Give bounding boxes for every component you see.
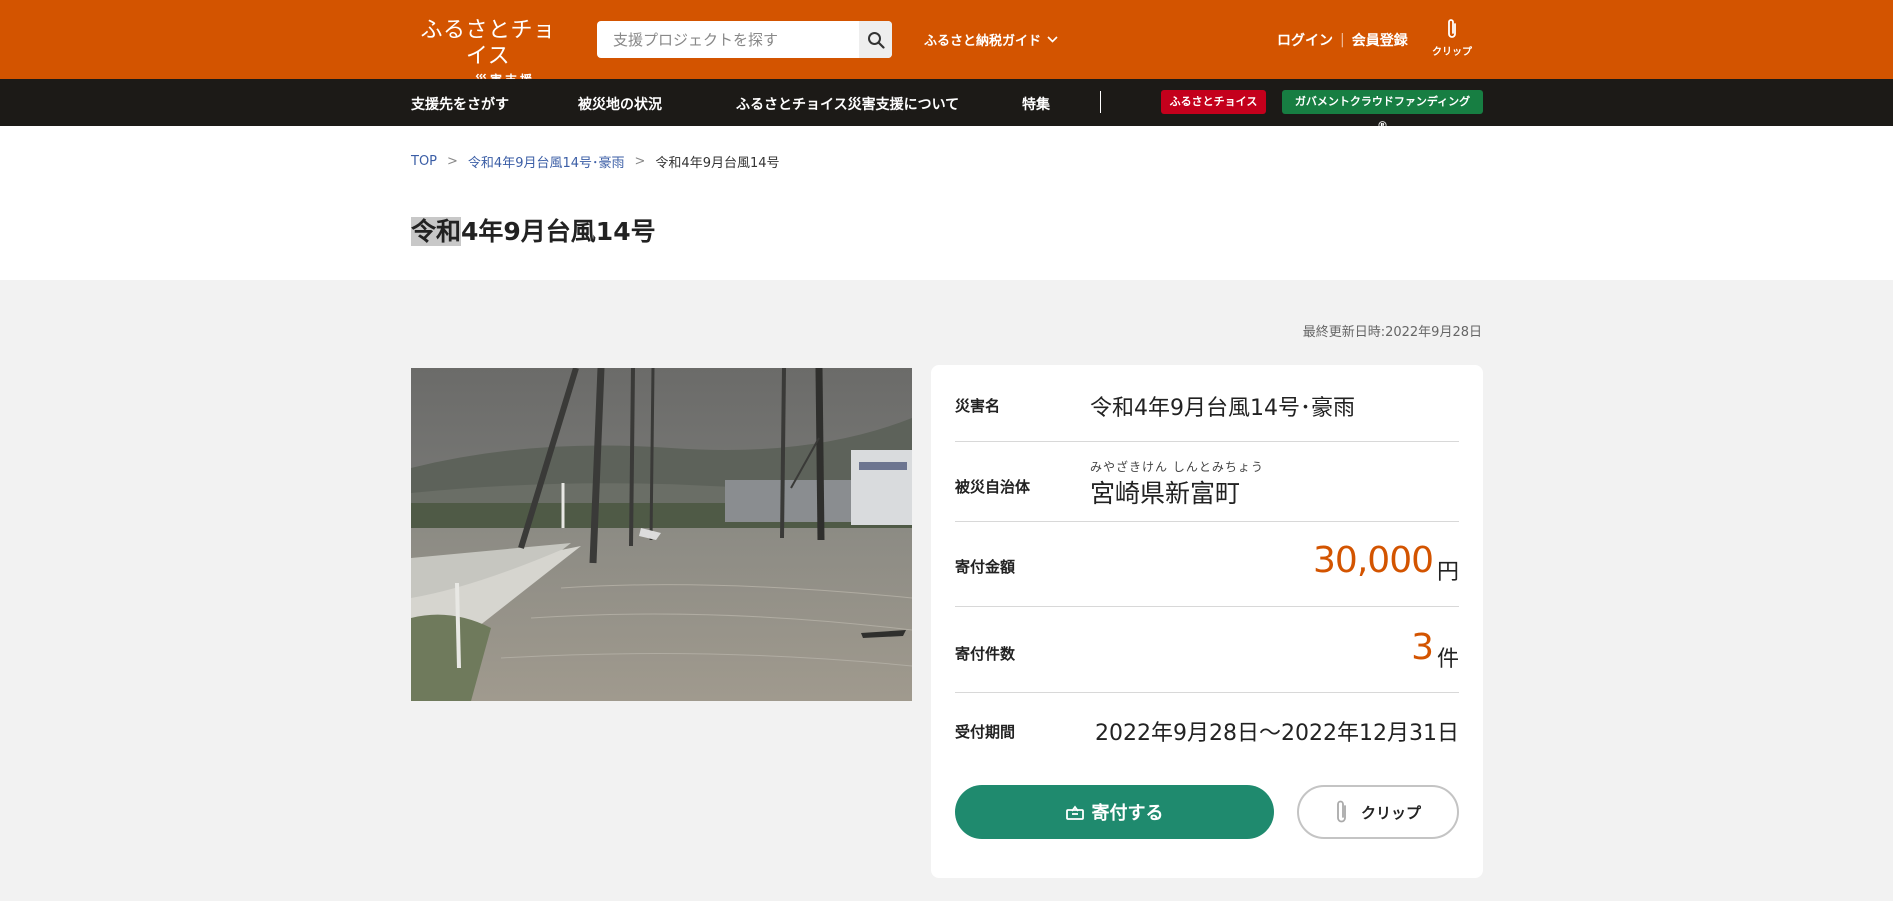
count-label: 寄付件数	[955, 645, 1016, 663]
gcf-badge[interactable]: ガバメントクラウドファンディング®	[1282, 90, 1483, 132]
disaster-name-row: 災害名 令和4年9月台風14号･豪雨	[955, 365, 1459, 442]
donate-button[interactable]: 寄付する	[955, 785, 1274, 839]
site-logo[interactable]: ふるさとチョイス 災害支援	[411, 18, 565, 88]
nav-item-features[interactable]: 特集	[1022, 94, 1050, 114]
header-clip-label: クリップ	[1432, 47, 1472, 58]
clip-label: クリップ	[1360, 803, 1421, 822]
register-link[interactable]: 会員登録	[1352, 30, 1408, 50]
nav-item-disaster-status[interactable]: 被災地の状況	[578, 94, 662, 114]
donation-box-icon	[1065, 805, 1084, 820]
amount-unit: 円	[1436, 560, 1459, 585]
page-title-rest: 4年9月台風14号	[461, 217, 656, 246]
account-links: ログイン | 会員登録	[1277, 30, 1408, 50]
count-value: 3	[1411, 627, 1434, 668]
search-input[interactable]	[597, 21, 859, 58]
top-header: ふるさとチョイス 災害支援 ふるさと納税ガイド ログイン | 会員登録 クリップ	[0, 0, 1893, 87]
disaster-name-label: 災害名	[955, 397, 1001, 415]
paperclip-icon	[1337, 800, 1346, 823]
login-link[interactable]: ログイン	[1277, 30, 1333, 50]
nav-item-about[interactable]: ふるさとチョイス災害支援について	[736, 94, 959, 114]
breadcrumb-current: 令和4年9月台風14号	[655, 156, 780, 171]
count-row: 寄付件数 3 件	[955, 607, 1459, 693]
breadcrumb-top[interactable]: TOP	[411, 154, 437, 169]
main-nav: 支援先をさがす 被災地の状況 ふるさとチョイス災害支援について 特集 ふるさとチ…	[0, 79, 1893, 132]
flooded-road-image	[411, 368, 912, 701]
nav-item-search-support[interactable]: 支援先をさがす	[411, 94, 509, 114]
nav-divider	[1100, 91, 1101, 113]
logo-main-text: ふるさとチョイス	[420, 18, 556, 69]
clip-button[interactable]: クリップ	[1297, 785, 1459, 839]
breadcrumb: TOP > 令和4年9月台風14号･豪雨 > 令和4年9月台風14号	[411, 152, 780, 171]
breadcrumb-separator: >	[634, 154, 646, 169]
page-title: 令和4年9月台風14号	[411, 212, 656, 248]
donate-label: 寄付する	[1091, 803, 1164, 824]
municipality-row: みやざきけん しんとみちょう 被災自治体 宮崎県新富町	[955, 442, 1459, 522]
tax-guide-dropdown[interactable]: ふるさと納税ガイド	[924, 30, 1058, 49]
chevron-down-icon	[1047, 36, 1058, 43]
search-button[interactable]	[859, 21, 892, 58]
amount-value: 30,000	[1313, 540, 1434, 581]
tax-guide-label: ふるさと納税ガイド	[924, 34, 1042, 49]
disaster-name-value: 令和4年9月台風14号･豪雨	[1090, 396, 1355, 421]
header-clip-button[interactable]: クリップ	[1430, 18, 1474, 58]
paperclip-icon	[1448, 19, 1456, 38]
breadcrumb-separator: >	[447, 154, 458, 169]
furusato-choice-badge[interactable]: ふるさとチョイス	[1161, 90, 1266, 114]
amount-label: 寄付金額	[955, 558, 1016, 576]
page-title-highlight: 令和	[411, 217, 462, 246]
title-section: TOP > 令和4年9月台風14号･豪雨 > 令和4年9月台風14号 令和4年9…	[0, 126, 1893, 280]
account-separator: |	[1340, 32, 1345, 48]
search-icon	[867, 31, 885, 49]
search-box	[597, 21, 892, 58]
municipality-value[interactable]: 宮崎県新富町	[1090, 474, 1240, 510]
last-updated: 最終更新日時:2022年9月28日	[1302, 325, 1482, 340]
municipality-ruby: みやざきけん しんとみちょう	[1090, 460, 1264, 474]
period-row: 受付期間 2022年9月28日～2022年12月31日	[955, 693, 1459, 763]
disaster-photo	[411, 368, 912, 701]
amount-row: 寄付金額 30,000 円	[955, 522, 1459, 607]
disaster-info-card: 災害名 令和4年9月台風14号･豪雨 みやざきけん しんとみちょう 被災自治体 …	[931, 365, 1483, 878]
count-unit: 件	[1436, 647, 1459, 672]
period-value: 2022年9月28日～2022年12月31日	[1095, 721, 1459, 746]
breadcrumb-parent[interactable]: 令和4年9月台風14号･豪雨	[468, 152, 625, 171]
municipality-label: 被災自治体	[955, 478, 1031, 496]
period-label: 受付期間	[955, 723, 1016, 741]
